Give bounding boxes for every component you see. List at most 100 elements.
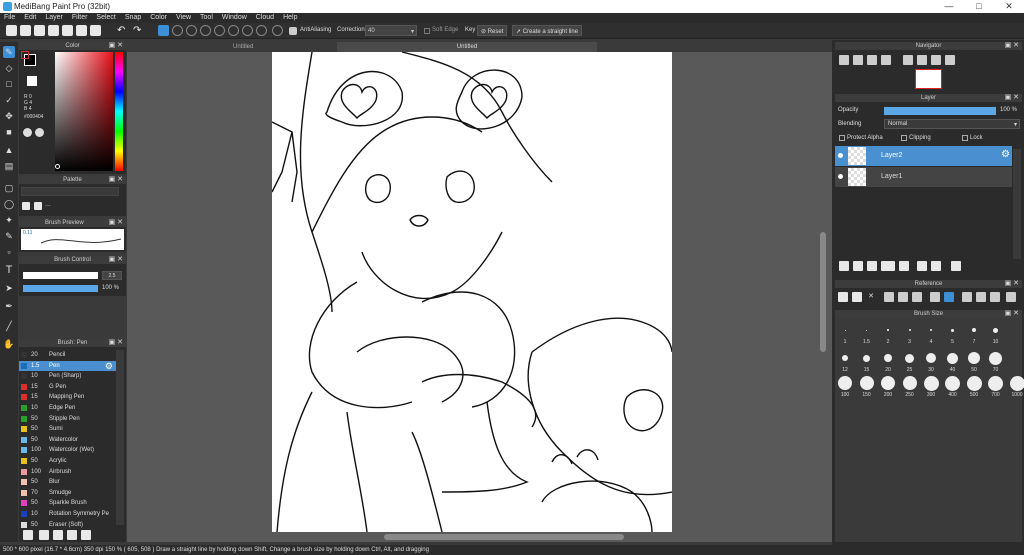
reference-zoom-out-icon[interactable] (898, 292, 908, 302)
clipping-checkbox[interactable] (901, 135, 907, 141)
menu-select[interactable]: Select (96, 13, 115, 23)
palette-more-icon[interactable]: … (45, 202, 51, 208)
reference-cloud-icon[interactable] (838, 292, 848, 302)
brush-size-dot[interactable] (993, 327, 998, 333)
menu-snap[interactable]: Snap (125, 13, 141, 23)
reference-fit-icon[interactable] (912, 292, 922, 302)
hand-tool-icon[interactable]: ✋ (3, 338, 15, 350)
hue-slider[interactable] (115, 52, 123, 171)
delete-layer-icon[interactable] (951, 261, 961, 271)
new-halftone-layer-icon[interactable] (853, 261, 863, 271)
brush-trash-icon[interactable] (81, 530, 91, 540)
snap-circle-icon[interactable] (228, 25, 239, 36)
selection-tool-icon[interactable]: ▢ (3, 182, 15, 194)
duplicate-layer-icon[interactable] (917, 261, 927, 271)
brush-list-item[interactable]: 50 Sparkle Brush (19, 498, 117, 508)
share-icon[interactable] (90, 25, 101, 36)
brush-list-item[interactable]: 50 Stipple Pen (19, 414, 117, 424)
brush-size-dot[interactable] (842, 355, 848, 361)
undo-icon[interactable]: ↶ (117, 25, 128, 36)
brush-size-dot[interactable] (923, 375, 939, 391)
brush-list-item[interactable]: 10 Edge Pen (19, 403, 117, 413)
layer-row-layer2[interactable]: Layer2 ⚙ (835, 146, 1012, 166)
panel-controls-icon[interactable]: ▣ ✕ (1005, 280, 1019, 288)
blending-select[interactable]: Normal ▾ (884, 119, 1020, 129)
background-color-swatch[interactable] (27, 76, 37, 86)
brush-add-icon[interactable] (39, 530, 49, 540)
color-copy-icon[interactable] (35, 128, 44, 137)
reference-rotate-left-icon[interactable] (962, 292, 972, 302)
protect-alpha-checkbox[interactable] (839, 135, 845, 141)
snap-setting-icon[interactable] (256, 25, 267, 36)
rotate-left-icon[interactable] (903, 55, 913, 65)
menu-edit[interactable]: Edit (24, 13, 36, 23)
layer-row-layer1[interactable]: Layer1 (835, 167, 1012, 187)
brush-cloud-icon[interactable] (23, 530, 33, 540)
merge-layer-icon[interactable] (931, 261, 941, 271)
select-tool-icon[interactable]: ✓ (3, 94, 15, 106)
reference-eyedropper-icon[interactable] (930, 292, 940, 302)
menu-window[interactable]: Window (222, 13, 247, 23)
gear-icon[interactable]: ⚙ (1001, 149, 1010, 160)
bucket-tool-icon[interactable]: ▲ (3, 144, 15, 156)
dot-tool-icon[interactable]: □ (3, 78, 15, 90)
brush-size-dot[interactable] (838, 376, 852, 390)
flip-icon[interactable] (945, 55, 955, 65)
eyedropper-tool-icon[interactable]: ✒ (3, 300, 15, 312)
snap-parallel-icon[interactable] (172, 25, 183, 36)
visibility-eye-icon[interactable] (838, 174, 843, 179)
straight-line-button[interactable]: ➚ Create a straight line (512, 25, 583, 36)
menu-help[interactable]: Help (283, 13, 297, 23)
brush-size-dot[interactable] (945, 375, 960, 391)
saturation-value-picker[interactable] (55, 52, 113, 171)
snap-cross-icon[interactable] (186, 25, 197, 36)
new-file-icon[interactable] (20, 25, 31, 36)
redo-icon[interactable]: ↷ (133, 25, 144, 36)
snap-grid-icon[interactable] (214, 25, 225, 36)
move-tool-icon[interactable]: ✥ (3, 110, 15, 122)
snap-off-icon[interactable] (158, 25, 169, 36)
brush-size-dot[interactable] (926, 353, 936, 363)
brush-size-dot[interactable] (866, 329, 867, 331)
reference-hand-icon[interactable] (944, 292, 954, 302)
lasso-tool-icon[interactable]: ◯ (3, 198, 15, 210)
panel-controls-icon[interactable]: ▣ ✕ (1005, 42, 1019, 50)
new-bit-layer-icon[interactable] (867, 261, 877, 271)
brush-list-item[interactable]: 50 Sumi (19, 424, 117, 434)
divide-tool-icon[interactable]: ╱ (3, 320, 15, 332)
brush-list-item[interactable]: 100 Airbrush (19, 467, 117, 477)
minimize-icon[interactable]: — (934, 0, 964, 13)
cloud-icon[interactable] (6, 25, 17, 36)
drawing-canvas[interactable] (272, 52, 672, 532)
brush-size-dot[interactable] (905, 353, 914, 363)
menu-file[interactable]: File (4, 13, 15, 23)
brush-list-item[interactable]: 50 Blur (19, 477, 117, 487)
brush-list-item[interactable]: 10 Rotation Symmetry Pe (19, 509, 117, 519)
panel-controls-icon[interactable]: ▣ ✕ (109, 176, 123, 184)
brush-copy-icon[interactable] (53, 530, 63, 540)
menu-filter[interactable]: Filter (72, 13, 88, 23)
tab-untitled-active[interactable]: Untitled (337, 42, 597, 52)
brush-size-dot[interactable] (989, 351, 1002, 365)
rotate-right-icon[interactable] (931, 55, 941, 65)
fill-rect-tool-icon[interactable]: ■ (3, 126, 15, 138)
brush-size-dot[interactable] (966, 375, 982, 391)
brush-list-item[interactable]: 1.5 Pen ⚙ (19, 360, 117, 371)
eraser-tool-icon[interactable]: ◇ (3, 62, 15, 74)
correction-select[interactable]: 40 ▾ (365, 25, 417, 36)
export-icon[interactable] (76, 25, 87, 36)
brush-opacity-slider[interactable] (23, 285, 98, 292)
color-mode-icon[interactable] (23, 128, 32, 137)
brush-size-dot[interactable] (902, 376, 917, 390)
canvas-vertical-scrollbar[interactable] (820, 232, 826, 352)
reference-flip-icon[interactable] (1006, 292, 1016, 302)
save-icon[interactable] (62, 25, 73, 36)
rotate-reset-icon[interactable] (917, 55, 927, 65)
panel-controls-icon[interactable]: ▣ ✕ (109, 219, 123, 227)
reference-open-icon[interactable] (852, 292, 862, 302)
canvas-horizontal-scrollbar[interactable] (384, 534, 624, 540)
maximize-icon[interactable]: □ (964, 0, 994, 13)
brush-list-item[interactable]: 70 Smudge (19, 488, 117, 498)
visibility-eye-icon[interactable] (838, 153, 843, 158)
brush-size-dot[interactable] (887, 329, 889, 331)
